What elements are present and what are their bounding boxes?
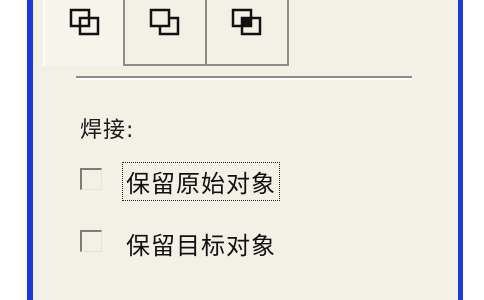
subtract-shapes-icon — [149, 8, 180, 36]
window-left-edge — [0, 0, 33, 300]
separator-highlight — [76, 78, 412, 80]
keep-target-checkbox[interactable] — [80, 230, 102, 252]
front-minus-back-button[interactable] — [207, 0, 289, 66]
keep-target-label[interactable]: 保留目标对象 — [124, 226, 278, 261]
front-minus-back-icon — [231, 8, 262, 36]
keep-original-label[interactable]: 保留原始对象 — [122, 162, 280, 201]
subtract-mode-button[interactable] — [125, 0, 207, 66]
window-border-right — [458, 0, 463, 300]
keep-original-checkbox[interactable] — [80, 168, 102, 190]
intersect-shapes-icon — [69, 8, 100, 36]
window-right-edge — [458, 0, 484, 300]
weld-section-label: 焊接: — [80, 118, 135, 143]
intersect-mode-button[interactable] — [43, 0, 125, 66]
